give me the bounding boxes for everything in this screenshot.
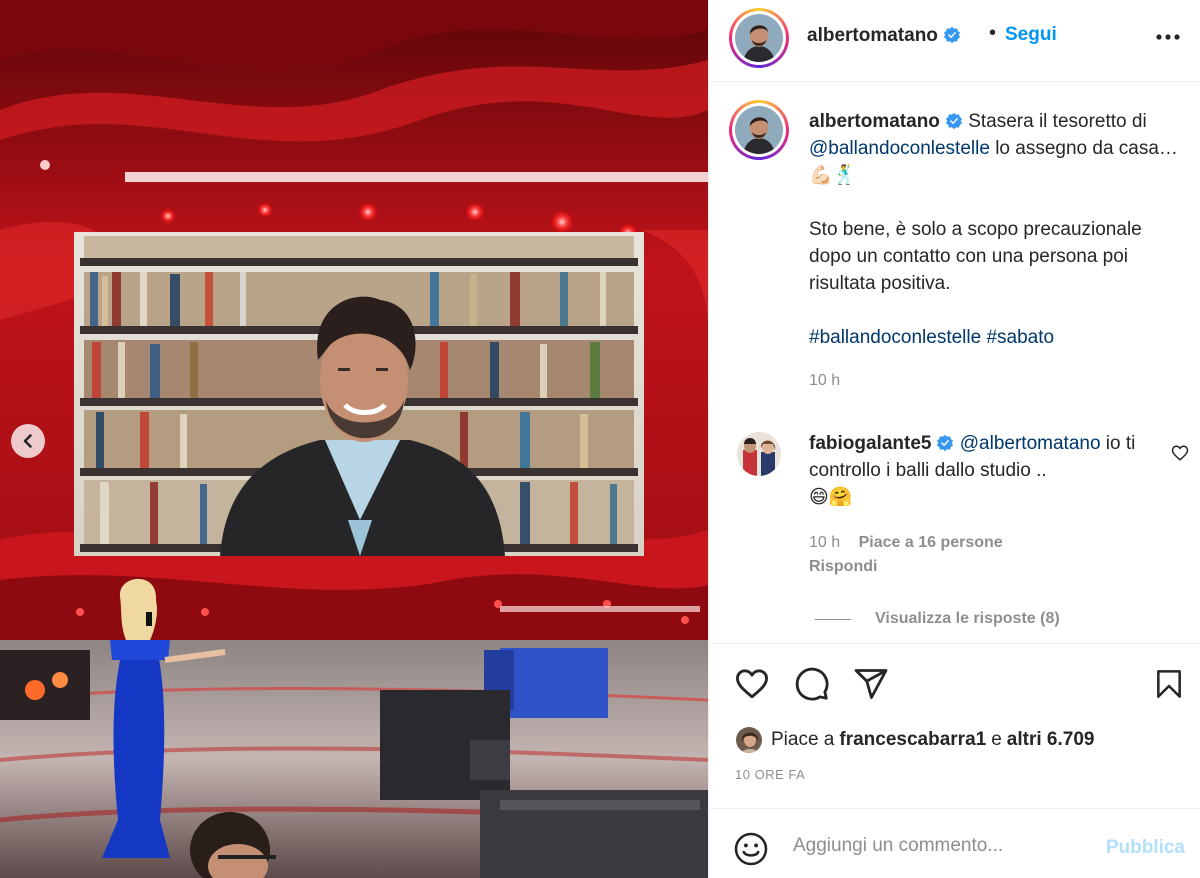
heart-icon <box>1171 445 1189 461</box>
comment-icon <box>795 667 829 701</box>
hashtag-link-sabato[interactable]: #sabato <box>986 327 1054 348</box>
author-avatar-image <box>735 14 783 62</box>
post-actions-bar <box>709 643 1200 723</box>
add-comment-bar: Pubblica <box>709 808 1200 878</box>
comment-like-button[interactable] <box>1171 444 1189 467</box>
verified-icon <box>943 26 961 44</box>
likes-middle: e <box>991 729 1002 750</box>
heart-icon <box>736 669 768 699</box>
view-replies-button[interactable]: Visualizza le risposte (8) <box>815 610 1060 628</box>
bookmark-icon <box>1157 670 1181 698</box>
post-photo <box>0 0 708 878</box>
tv-studio-image <box>0 0 708 878</box>
comment-emoji: 😄🤗 <box>809 487 853 508</box>
commenter-avatar-image <box>737 432 781 476</box>
caption-paragraph-2: Sto bene, è solo a scopo precauzionale d… <box>809 219 1142 294</box>
follow-button[interactable]: Segui <box>1005 24 1057 46</box>
likes-summary: Piace a francescabarra1 e altri 6.709 <box>735 726 1094 754</box>
comment-button[interactable] <box>793 666 831 707</box>
caption-author-avatar[interactable] <box>729 100 789 160</box>
caption-time: 10 h <box>809 372 841 389</box>
separator-dot: • <box>989 22 997 44</box>
reply-button[interactable]: Rispondi <box>809 558 877 576</box>
post-date[interactable]: 10 ORE FA <box>735 767 805 782</box>
share-button[interactable] <box>853 666 889 707</box>
comment-time: 10 h <box>809 534 841 551</box>
more-options-button[interactable] <box>1155 28 1181 46</box>
commenter-avatar[interactable] <box>737 432 781 476</box>
liker-avatar[interactable] <box>735 726 763 754</box>
caption-mention-link[interactable]: @ballandoconlestelle <box>809 138 990 159</box>
author-username-text[interactable]: albertomatano <box>807 25 938 46</box>
share-icon <box>854 669 888 699</box>
replies-divider-line <box>815 618 851 620</box>
comment-meta: 10 h Piace a 16 persone <box>809 534 1017 552</box>
publish-button[interactable]: Pubblica <box>1106 837 1185 859</box>
emoji-icon <box>734 832 768 866</box>
liker-username[interactable]: francescabarra1 <box>839 729 986 751</box>
likes-prefix: Piace a <box>771 729 835 750</box>
caption-avatar-image <box>735 106 783 154</box>
more-icon <box>1156 34 1180 40</box>
chevron-left-icon <box>23 434 32 448</box>
comment-mention-link[interactable]: @albertomatano <box>960 433 1101 454</box>
commenter-username[interactable]: fabiogalante5 <box>809 433 931 454</box>
previous-photo-button[interactable] <box>11 424 45 458</box>
caption-text-1: Stasera il tesoretto di <box>962 111 1147 132</box>
comment-likes-count[interactable]: Piace a 16 persone <box>859 534 1003 551</box>
save-button[interactable] <box>1153 666 1185 707</box>
post-caption: albertomatano Stasera il tesoretto di @b… <box>809 108 1189 351</box>
author-username[interactable]: albertomatano <box>807 25 961 47</box>
caption-username[interactable]: albertomatano <box>809 111 940 132</box>
like-button[interactable] <box>733 666 771 707</box>
hashtag-link-ballandoconlestelle[interactable]: #ballandoconlestelle <box>809 327 981 348</box>
view-replies-label[interactable]: Visualizza le risposte (8) <box>875 610 1060 628</box>
verified-icon <box>945 112 963 130</box>
likes-others-link[interactable]: altri 6.709 <box>1007 729 1095 751</box>
verified-icon <box>937 434 954 452</box>
author-avatar[interactable] <box>729 8 789 68</box>
comment-body: fabiogalante5 @albertomatano io ti contr… <box>809 430 1159 511</box>
comment-input[interactable] <box>793 831 1083 861</box>
post-header: albertomatano • Segui <box>709 0 1200 82</box>
liker-avatar-image <box>736 727 762 753</box>
emoji-picker-button[interactable] <box>733 831 769 872</box>
post-details-panel: albertomatano • Segui albertomatano Stas… <box>708 0 1200 878</box>
